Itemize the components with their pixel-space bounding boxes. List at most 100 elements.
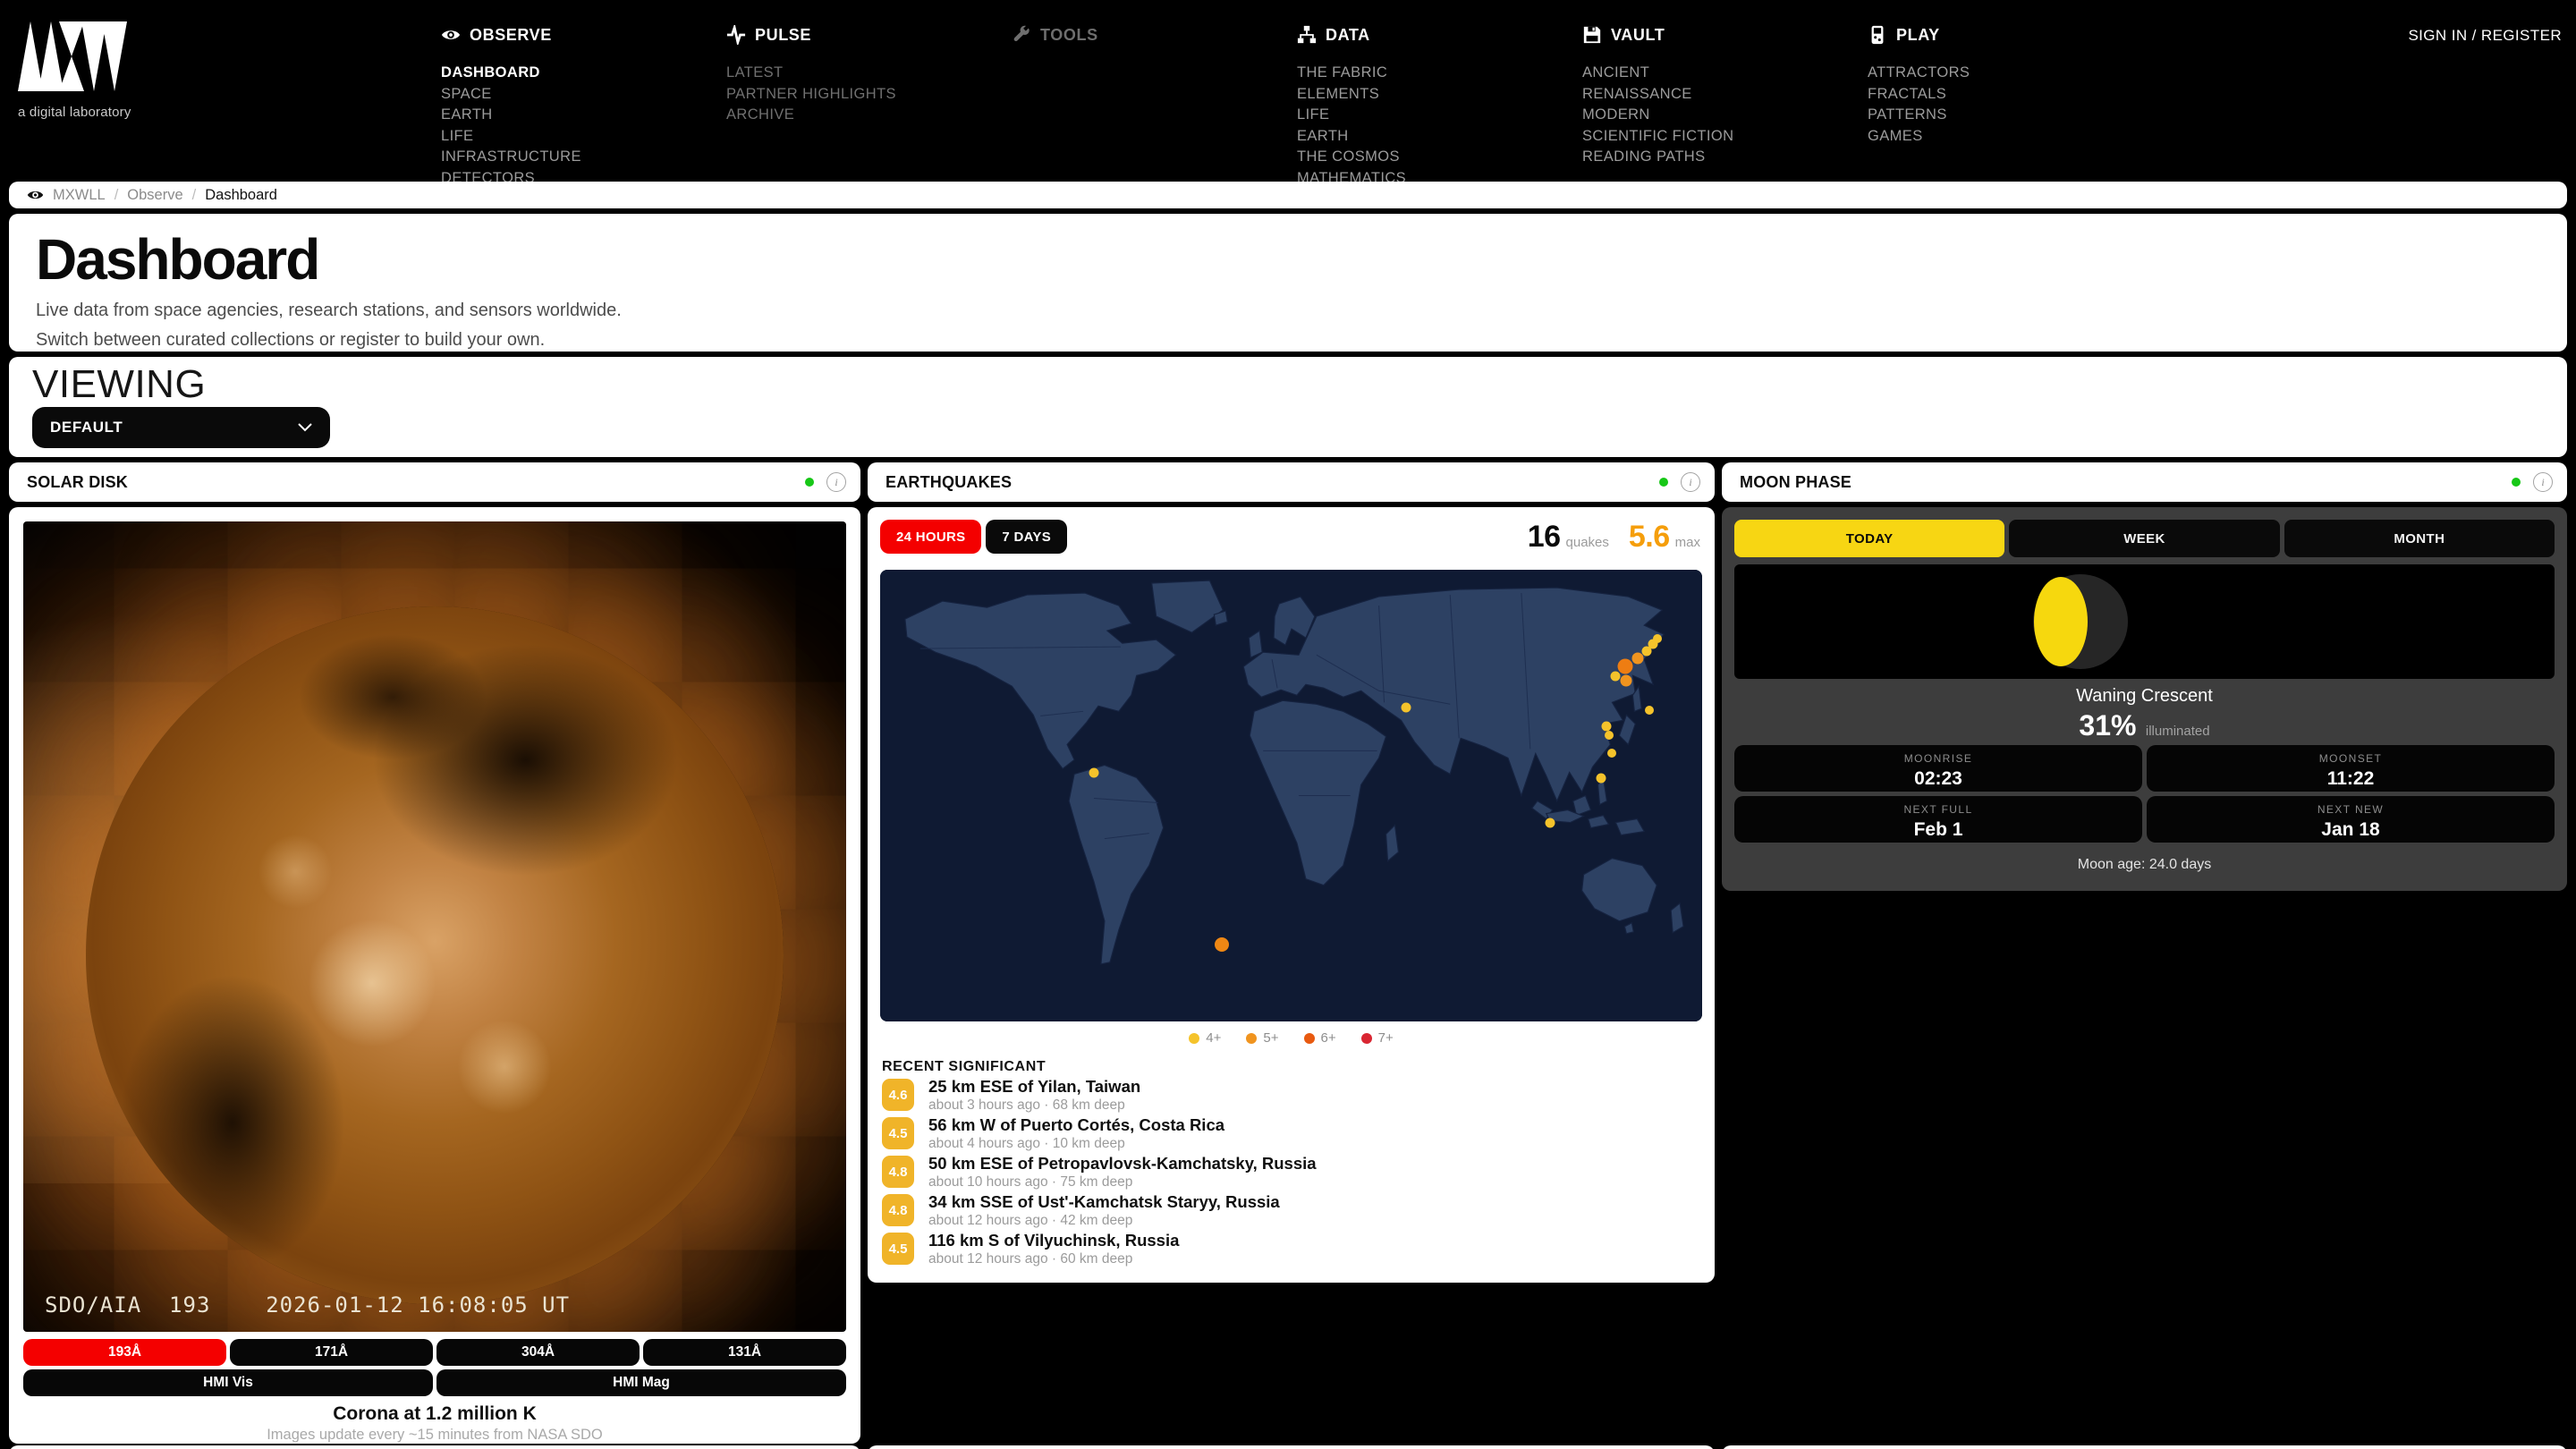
wavelength-button-171a[interactable]: 171Å	[230, 1339, 433, 1366]
moon-tab-week[interactable]: WEEK	[2009, 520, 2279, 557]
logo[interactable]: a digital laboratory	[18, 21, 131, 120]
nav-section-observe[interactable]: OBSERVE	[441, 25, 709, 45]
nav-section-label: OBSERVE	[470, 26, 552, 45]
mode-button-hmi-mag[interactable]: HMI Mag	[436, 1369, 846, 1396]
moon-stat-value: 11:22	[2147, 768, 2555, 790]
earthquakes-panel-body: 24 HOURS7 DAYS 16 quakes 5.6 max	[868, 507, 1715, 1283]
earthquake-list-item[interactable]: 4.834 km SSE of Ust'-Kamchatsk Staryy, R…	[882, 1192, 1687, 1231]
eye-icon	[27, 189, 44, 201]
nav-item-partner-highlights[interactable]: PARTNER HIGHLIGHTS	[726, 84, 995, 106]
nav-item-earth[interactable]: EARTH	[441, 105, 709, 126]
dashboard-page: { "brand": { "tagline": "a digital labor…	[0, 0, 2576, 1449]
legend-label: 4+	[1206, 1030, 1221, 1046]
quake-count: 16	[1528, 520, 1561, 555]
solar-caption-title: Corona at 1.2 million K	[9, 1403, 860, 1425]
nav-section-play[interactable]: PLAY	[1868, 25, 2136, 45]
nav-item-life[interactable]: LIFE	[1297, 105, 1565, 126]
mode-button-hmi-vis[interactable]: HMI Vis	[23, 1369, 433, 1396]
nav-item-the-cosmos[interactable]: THE COSMOS	[1297, 147, 1565, 168]
moon-stats-grid: MOONRISE02:23MOONSET11:22NEXT FULLFeb 1N…	[1734, 745, 2555, 843]
nav-section-vault[interactable]: VAULT	[1582, 25, 1851, 45]
nav-item-patterns[interactable]: PATTERNS	[1868, 105, 2136, 126]
nav-item-the-fabric[interactable]: THE FABRIC	[1297, 63, 1565, 84]
breadcrumb: MXWLL/Observe/Dashboard	[9, 182, 2567, 208]
nav-item-archive[interactable]: ARCHIVE	[726, 105, 995, 126]
moon-info-icon[interactable]: i	[2533, 472, 2553, 492]
wavelength-button-304a[interactable]: 304Å	[436, 1339, 640, 1366]
earthquake-dot[interactable]	[1632, 652, 1644, 664]
earthquake-list-item[interactable]: 4.5116 km S of Vilyuchinsk, Russiaabout …	[882, 1231, 1687, 1269]
earthquake-dot[interactable]	[1402, 703, 1411, 713]
earthquake-dot[interactable]	[1605, 731, 1614, 740]
collection-select[interactable]: DEFAULT	[32, 407, 330, 448]
legend-label: 7+	[1378, 1030, 1394, 1046]
nav-item-dashboard[interactable]: DASHBOARD	[441, 63, 709, 84]
earthquake-dot[interactable]	[1610, 672, 1620, 682]
magnitude-badge: 4.8	[882, 1156, 914, 1188]
earthquake-meta: about 12 hours ago · 60 km deep	[928, 1251, 1132, 1267]
earthquake-list: 4.625 km ESE of Yilan, Taiwanabout 3 hou…	[882, 1077, 1687, 1269]
nav-column-tools: TOOLS	[1012, 25, 1280, 63]
nav-item-renaissance[interactable]: RENAISSANCE	[1582, 84, 1851, 106]
earthquake-meta: about 10 hours ago · 75 km deep	[928, 1174, 1132, 1191]
moon-panel-body: TODAYWEEKMONTH Waning Crescent 31% illum…	[1722, 507, 2567, 891]
nav-item-infrastructure[interactable]: INFRASTRUCTURE	[441, 147, 709, 168]
wavelength-button-131a[interactable]: 131Å	[643, 1339, 846, 1366]
nav-item-elements[interactable]: ELEMENTS	[1297, 84, 1565, 106]
earthquake-dot[interactable]	[1215, 937, 1229, 952]
nav-item-earth[interactable]: EARTH	[1297, 126, 1565, 148]
wavelength-button-193a[interactable]: 193Å	[23, 1339, 226, 1366]
nav-section-label: PULSE	[755, 26, 811, 45]
recent-significant-title: RECENT SIGNIFICANT	[882, 1059, 1046, 1075]
nav-item-scientific-fiction[interactable]: SCIENTIFIC FICTION	[1582, 126, 1851, 148]
magnitude-badge: 4.8	[882, 1194, 914, 1226]
moon-phase-name: Waning Crescent	[1722, 686, 2567, 707]
solar-info-icon[interactable]: i	[826, 472, 846, 492]
nav-items-play: ATTRACTORSFRACTALSPATTERNSGAMES	[1868, 63, 2136, 147]
quake-max-magnitude: 5.6	[1629, 520, 1670, 555]
earthquake-list-item[interactable]: 4.8 50 km ESE of Petropavlovsk-Kamchatsky…	[882, 1154, 1687, 1192]
breadcrumb-mxwll[interactable]: MXWLL	[53, 187, 106, 204]
earthquake-list-item[interactable]: 4.556 km W of Puerto Cortés, Costa Ricaa…	[882, 1115, 1687, 1154]
moon-visualization	[1734, 564, 2555, 679]
breadcrumb-observe[interactable]: Observe	[127, 187, 182, 204]
nav-item-reading-paths[interactable]: READING PATHS	[1582, 147, 1851, 168]
earthquake-dot[interactable]	[1645, 706, 1654, 715]
nav-section-label: VAULT	[1611, 26, 1665, 45]
nav-item-attractors[interactable]: ATTRACTORS	[1868, 63, 2136, 84]
nav-item-ancient[interactable]: ANCIENT	[1582, 63, 1851, 84]
earthquakes-live-dot	[1659, 478, 1668, 487]
moon-stat-value: Jan 18	[2147, 819, 2555, 841]
hmi-mode-buttons: HMI VisHMI Mag	[23, 1369, 846, 1396]
quake-count-unit: quakes	[1566, 535, 1609, 550]
nav-column-observe: OBSERVE DASHBOARDSPACEEARTHLIFEINFRASTRUC…	[441, 25, 709, 189]
earthquake-list-item[interactable]: 4.625 km ESE of Yilan, Taiwanabout 3 hou…	[882, 1077, 1687, 1115]
earthquakes-info-icon[interactable]: i	[1681, 472, 1700, 492]
range-button-7-days[interactable]: 7 DAYS	[986, 520, 1067, 554]
moon-tab-month[interactable]: MONTH	[2284, 520, 2555, 557]
earthquake-dot[interactable]	[1596, 774, 1606, 784]
moon-illumination: 31% illuminated	[1722, 709, 2567, 742]
nav-item-fractals[interactable]: FRACTALS	[1868, 84, 2136, 106]
nav-section-data[interactable]: DATA	[1297, 25, 1565, 45]
earthquake-dot[interactable]	[1089, 768, 1098, 778]
range-button-24-hours[interactable]: 24 HOURS	[880, 520, 981, 554]
earthquake-dot[interactable]	[1545, 818, 1555, 827]
solar-panel-body: SDO/AIA 193 2026-01-12 16:08:05 UT 193Å1…	[9, 507, 860, 1444]
nav-item-life[interactable]: LIFE	[441, 126, 709, 148]
nav-item-games[interactable]: GAMES	[1868, 126, 2136, 148]
page-description-line2: Switch between curated collections or re…	[36, 328, 2540, 352]
nav-item-space[interactable]: SPACE	[441, 84, 709, 106]
earthquake-dot[interactable]	[1617, 659, 1632, 674]
magnitude-badge: 4.6	[882, 1079, 914, 1111]
nav-item-latest[interactable]: LATEST	[726, 63, 995, 84]
moon-lit-crescent	[2034, 577, 2088, 666]
earthquake-dot[interactable]	[1602, 721, 1612, 731]
earthquake-dot[interactable]	[1607, 749, 1616, 758]
sign-in-link[interactable]: SIGN IN / REGISTER	[2408, 27, 2562, 45]
nav-section-pulse[interactable]: PULSE	[726, 25, 995, 45]
earthquake-dot[interactable]	[1621, 675, 1632, 687]
nav-item-modern[interactable]: MODERN	[1582, 105, 1851, 126]
earthquake-title: 50 km ESE of Petropavlovsk-Kamchatsky, R…	[928, 1154, 1317, 1174]
moon-tab-today[interactable]: TODAY	[1734, 520, 2004, 557]
